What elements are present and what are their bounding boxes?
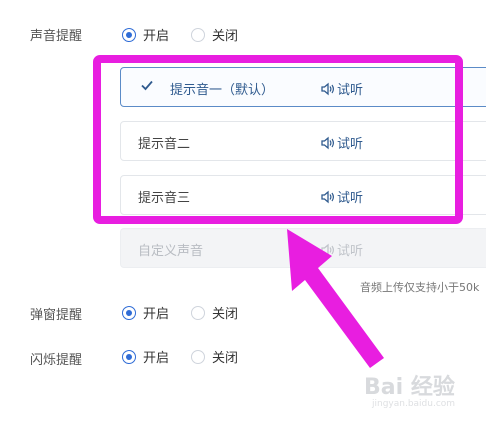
flash-reminder-radio-group: 开启 关闭 xyxy=(122,347,260,366)
speaker-icon xyxy=(321,190,334,203)
popup-reminder-on-label: 开启 xyxy=(143,307,170,322)
listen-label: 试听 xyxy=(337,137,364,152)
sound-reminder-off-option[interactable]: 关闭 xyxy=(191,25,238,44)
listen-button-custom: 试听 xyxy=(321,240,363,259)
sound-option-2-name: 提示音二 xyxy=(138,137,191,152)
radio-on-indicator[interactable] xyxy=(122,349,136,364)
popup-reminder-off-label: 关闭 xyxy=(212,307,239,322)
sound-reminder-on-option[interactable]: 开启 xyxy=(122,25,169,44)
popup-reminder-on-option[interactable]: 开启 xyxy=(122,303,169,322)
flash-reminder-on-option[interactable]: 开启 xyxy=(122,347,169,366)
sound-option-2[interactable]: 提示音二 试听 xyxy=(120,121,486,161)
listen-label: 试听 xyxy=(337,83,364,98)
flash-reminder-off-label: 关闭 xyxy=(212,351,239,366)
popup-reminder-off-option[interactable]: 关闭 xyxy=(191,303,238,322)
speaker-icon xyxy=(321,243,334,256)
radio-off-indicator[interactable] xyxy=(191,349,206,364)
sound-option-custom: 自定义声音 试听 xyxy=(120,228,486,268)
flash-reminder-label: 闪烁提醒 xyxy=(30,353,83,368)
check-icon xyxy=(141,80,153,91)
baidu-watermark: Bai 经验 jingyan.baidu.com xyxy=(364,366,476,416)
sound-reminder-label: 声音提醒 xyxy=(30,29,83,44)
watermark-text: Bai 经验 xyxy=(364,375,455,400)
listen-button-1[interactable]: 试听 xyxy=(321,79,363,98)
sound-option-3-name: 提示音三 xyxy=(138,191,191,206)
popup-reminder-label: 弹窗提醒 xyxy=(30,308,83,323)
sound-reminder-off-label: 关闭 xyxy=(212,29,239,44)
radio-off-indicator[interactable] xyxy=(191,27,206,42)
sound-option-custom-name: 自定义声音 xyxy=(138,244,204,259)
flash-reminder-on-label: 开启 xyxy=(143,351,170,366)
speaker-icon xyxy=(321,136,334,149)
sound-option-1-name: 提示音一（默认） xyxy=(170,83,275,98)
listen-button-2[interactable]: 试听 xyxy=(321,133,363,152)
upload-hint: 音频上传仅支持小于50k xyxy=(360,281,480,294)
sound-reminder-radio-group: 开启 关闭 xyxy=(122,25,260,44)
sound-option-1[interactable]: 提示音一（默认） 试听 xyxy=(120,67,486,107)
radio-on-indicator[interactable] xyxy=(122,27,136,42)
popup-reminder-radio-group: 开启 关闭 xyxy=(122,303,260,322)
speaker-icon xyxy=(321,82,334,95)
radio-off-indicator[interactable] xyxy=(191,305,206,320)
sound-reminder-on-label: 开启 xyxy=(143,29,170,44)
listen-label: 试听 xyxy=(337,244,364,259)
radio-on-indicator[interactable] xyxy=(122,305,136,320)
listen-button-3[interactable]: 试听 xyxy=(321,187,363,206)
flash-reminder-off-option[interactable]: 关闭 xyxy=(191,347,238,366)
sound-option-3[interactable]: 提示音三 试听 xyxy=(120,175,486,215)
listen-label: 试听 xyxy=(337,191,364,206)
watermark-subtext: jingyan.baidu.com xyxy=(372,399,456,409)
